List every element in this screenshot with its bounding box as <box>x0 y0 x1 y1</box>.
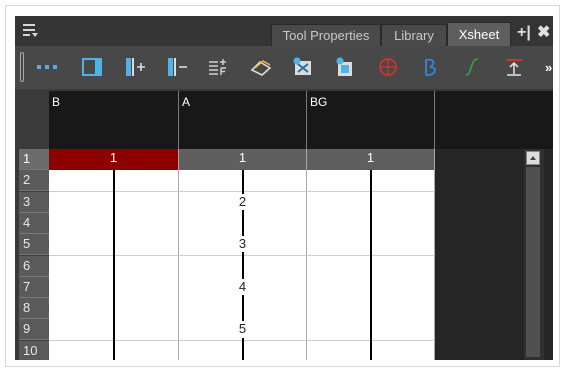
scroll-up-icon[interactable] <box>526 151 540 165</box>
exposure-number: 1 <box>109 150 118 165</box>
exposure-number: 5 <box>238 321 247 337</box>
row-number[interactable]: 10 <box>19 340 49 360</box>
show-hide-columns-icon[interactable] <box>35 56 59 78</box>
hold-line <box>242 252 244 279</box>
exposure-number: 3 <box>238 236 247 252</box>
onion-skin-icon[interactable] <box>249 56 273 78</box>
tab-tool-properties[interactable]: Tool Properties <box>271 24 381 46</box>
column-header-bg[interactable]: BG <box>307 91 435 149</box>
xsheet-panel: Tool Properties Library Xsheet +| ✖ » B … <box>15 16 553 360</box>
hold-line <box>242 294 244 322</box>
add-columns-icon[interactable] <box>123 56 147 78</box>
add-frames-icon[interactable] <box>207 56 231 78</box>
panel-menu-icon[interactable] <box>23 23 38 37</box>
row-number[interactable]: 7 <box>19 276 49 298</box>
close-icon[interactable]: ✖ <box>537 24 550 42</box>
row-number[interactable]: 9 <box>19 319 49 341</box>
remove-columns-icon[interactable] <box>165 56 189 78</box>
toolbar-grip-handle[interactable] <box>20 52 24 82</box>
column-name: A <box>182 95 191 109</box>
xsheet-cell[interactable]: 1 <box>49 149 179 171</box>
exposure-number: 4 <box>238 278 247 294</box>
bezier-icon[interactable] <box>418 56 442 78</box>
add-view-icon[interactable]: +| <box>517 24 531 42</box>
hold-line <box>113 170 115 360</box>
drawing-substitution-icon[interactable] <box>291 56 315 78</box>
exposure-number: 1 <box>366 150 375 165</box>
import-icon[interactable] <box>502 56 526 78</box>
exposure-number: 1 <box>238 150 247 165</box>
vertical-scrollbar[interactable] <box>524 149 544 360</box>
hold-line <box>242 337 244 360</box>
ease-icon[interactable] <box>460 56 484 78</box>
panel-tab-bar: Tool Properties Library Xsheet +| ✖ <box>15 16 553 46</box>
row-number[interactable]: 4 <box>19 212 49 234</box>
exposure-number: 2 <box>238 193 247 209</box>
column-name: BG <box>310 95 328 109</box>
column-header-a[interactable]: A <box>179 91 307 149</box>
row-number[interactable]: 5 <box>19 234 49 256</box>
row-number[interactable]: 3 <box>19 191 49 213</box>
peg-icon[interactable] <box>376 56 400 78</box>
column-name: B <box>52 95 61 109</box>
xsheet-cell[interactable]: 1 <box>307 149 435 171</box>
row-number[interactable]: 1 <box>19 149 49 170</box>
tab-xsheet[interactable]: Xsheet <box>447 22 511 46</box>
xsheet-toolbar: » <box>15 46 553 89</box>
column-header-b[interactable]: B <box>49 91 179 149</box>
row-number[interactable]: 2 <box>19 170 49 192</box>
row-number[interactable]: 8 <box>19 298 49 320</box>
xsheet-cell[interactable]: 1 <box>179 149 307 171</box>
hold-line <box>242 209 244 237</box>
toggle-timeline-icon[interactable] <box>80 56 104 78</box>
empty-column-header <box>435 91 553 149</box>
hold-line <box>370 170 372 360</box>
hold-line <box>242 170 244 194</box>
create-drawing-icon[interactable] <box>333 56 357 78</box>
tab-library[interactable]: Library <box>381 24 447 46</box>
row-number[interactable]: 6 <box>19 255 49 277</box>
scrollbar-thumb[interactable] <box>526 167 540 357</box>
toolbar-overflow-icon[interactable]: » <box>545 60 552 75</box>
